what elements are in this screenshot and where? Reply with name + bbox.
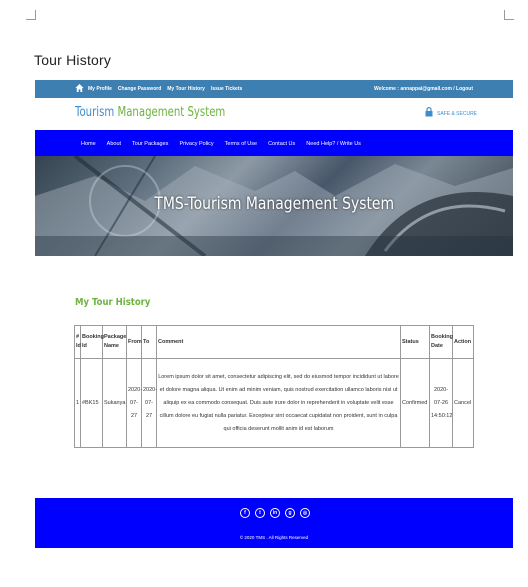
col-header-to: To — [141, 325, 157, 359]
social-links: f t in g ◎ — [240, 508, 310, 518]
page-corner-mark-left — [26, 10, 36, 20]
col-header-booking-date: Booking Date — [429, 325, 453, 359]
nav-need-help[interactable]: Need Help? / Write Us — [306, 141, 361, 147]
nav-home[interactable]: Home — [81, 141, 96, 147]
site-logo[interactable]: Tourism Management System — [75, 105, 225, 120]
col-header-package-name: Package Name — [102, 325, 127, 359]
twitter-icon[interactable]: t — [255, 508, 265, 518]
lock-icon — [425, 107, 433, 117]
change-password-link[interactable]: Change Password — [118, 86, 161, 92]
nav-about[interactable]: About — [107, 141, 121, 147]
cell-status: Confirmed — [400, 358, 430, 448]
issue-tickets-link[interactable]: Issue Tickets — [211, 86, 242, 92]
topbar-links: My Profile Change Password My Tour Histo… — [88, 80, 242, 98]
cell-package-link[interactable]: Sukanya — [102, 358, 127, 448]
instagram-icon[interactable]: ◎ — [300, 508, 310, 518]
hero-banner: TMS-Tourism Management System — [35, 156, 513, 256]
copyright: © 2020 TMS . All Rights Reserved — [239, 535, 309, 540]
linkedin-icon[interactable]: in — [270, 508, 280, 518]
col-header-booking-id: Booking Id — [80, 325, 104, 359]
nav-terms-of-use[interactable]: Terms of Use — [225, 141, 257, 147]
cell-booking-date: 2020-07-26 14:50:12 — [429, 358, 453, 448]
top-bar: My Profile Change Password My Tour Histo… — [35, 80, 513, 98]
nav-tour-packages[interactable]: Tour Packages — [132, 141, 168, 147]
my-tour-history-link[interactable]: My Tour History — [167, 86, 205, 92]
cancel-link[interactable]: Cancel — [452, 358, 474, 448]
nav-privacy-policy[interactable]: Privacy Policy — [179, 141, 213, 147]
footer: f t in g ◎ © 2020 TMS . All Rights Reser… — [35, 498, 513, 548]
banner-title: TMS-Tourism Management System — [154, 194, 394, 214]
col-header-status: Status — [400, 325, 430, 359]
safe-secure-label: SAFE & SECURE — [437, 111, 478, 117]
brand-part-1: Tourism — [75, 105, 118, 120]
facebook-icon[interactable]: f — [240, 508, 250, 518]
cell-booking-id: #BK15 — [80, 358, 103, 448]
my-profile-link[interactable]: My Profile — [88, 86, 112, 92]
document-heading: Tour History — [34, 52, 112, 68]
brand-part-2: Management System — [117, 105, 226, 120]
section-title: My Tour History — [75, 297, 151, 308]
google-plus-icon[interactable]: g — [285, 508, 295, 518]
table-header-row: # Id Booking Id Package Name From To Com… — [74, 325, 474, 359]
brand-bar: Tourism Management System SAFE & SECURE — [35, 98, 513, 130]
col-header-comment: Comment — [156, 325, 401, 359]
cell-comment: Lorem ipsum dolor sit amet, consectetur … — [156, 358, 401, 448]
cell-to: 2020-07-27 — [141, 358, 157, 448]
tour-history-table: # Id Booking Id Package Name From To Com… — [74, 325, 474, 448]
col-header-from: From — [126, 325, 142, 359]
table-row: 1 #BK15 Sukanya 2020-07-27 2020-07-27 Lo… — [74, 358, 474, 448]
welcome-logout[interactable]: Welcome : annappai@gmail.com / Logout — [374, 80, 473, 98]
cell-from: 2020-07-27 — [126, 358, 142, 448]
home-icon[interactable] — [75, 83, 84, 93]
main-nav: Home About Tour Packages Privacy Policy … — [35, 130, 513, 157]
nav-contact-us[interactable]: Contact Us — [268, 141, 295, 147]
page-corner-mark-right — [504, 10, 514, 20]
col-header-action: Action — [452, 325, 474, 359]
